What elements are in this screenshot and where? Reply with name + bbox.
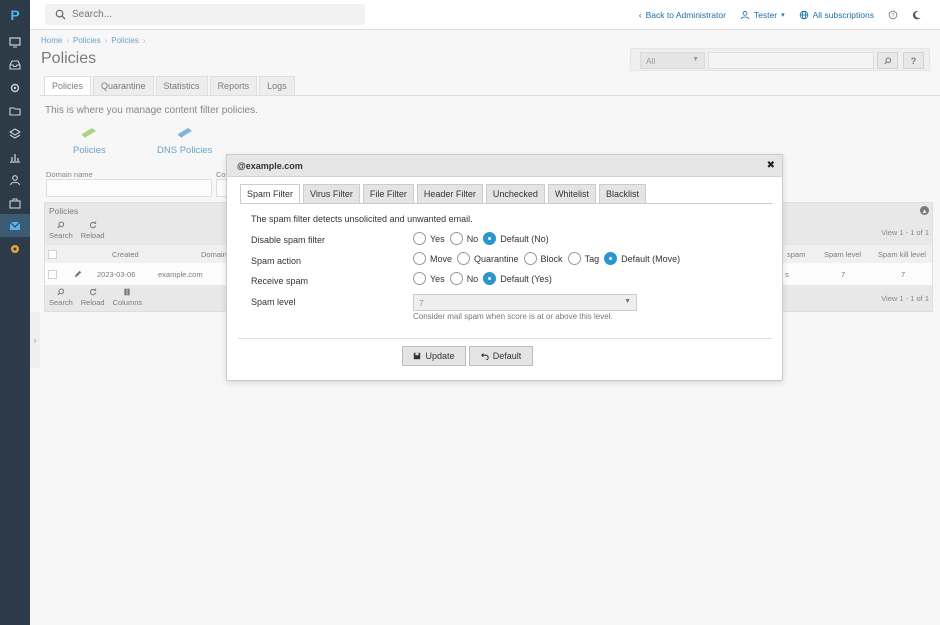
disable-default-radio[interactable]: Default (No) <box>483 232 549 245</box>
dialog-tabs: Spam Filter Virus Filter File Filter Hea… <box>240 184 646 204</box>
bar-chart-icon[interactable] <box>0 145 30 168</box>
radio-label: Default (No) <box>500 233 549 244</box>
radio-label: No <box>466 233 479 244</box>
disable-spam-filter-label: Disable spam filter <box>251 235 326 245</box>
default-button-label: Default <box>492 351 522 361</box>
search-icon <box>55 9 66 20</box>
dialog-footer-divider <box>238 338 772 339</box>
radio-label: Tag <box>584 253 600 264</box>
spam-settings-dialog: @example.com ✖ Spam Filter Virus Filter … <box>226 154 783 381</box>
spam-level-value: 7 <box>419 298 424 308</box>
top-bar: Search... ‹ Back to Administrator Tester ▾… <box>30 0 940 30</box>
briefcase-icon[interactable] <box>0 191 30 214</box>
help-icon[interactable]: ? <box>888 10 898 20</box>
global-search-input[interactable]: Search... <box>45 4 365 25</box>
disable-yes-radio[interactable]: Yes <box>413 232 445 245</box>
tab-unchecked[interactable]: Unchecked <box>485 184 545 204</box>
radio-label: Yes <box>430 273 445 284</box>
mail-filter-icon[interactable] <box>0 214 30 237</box>
inbox-icon[interactable] <box>0 53 30 76</box>
subscriptions-label: All subscriptions <box>812 10 874 20</box>
app-logo[interactable]: P <box>0 0 30 30</box>
receive-default-radio[interactable]: Default (Yes) <box>483 272 552 285</box>
globe-icon <box>799 10 808 20</box>
tab-file-filter[interactable]: File Filter <box>362 184 414 204</box>
action-quarantine-radio[interactable]: Quarantine <box>457 252 519 265</box>
monitor-icon[interactable] <box>0 30 30 53</box>
action-default-radio[interactable]: Default (Move) <box>604 252 680 265</box>
layers-icon[interactable] <box>0 122 30 145</box>
dialog-tabs-divider <box>240 203 772 204</box>
all-subscriptions-link[interactable]: All subscriptions <box>799 10 874 20</box>
close-icon[interactable]: ✖ <box>767 160 775 171</box>
receive-spam-label: Receive spam <box>251 276 309 286</box>
tab-header-filter[interactable]: Header Filter <box>416 184 483 204</box>
spam-filter-description: The spam filter detects unsolicited and … <box>251 214 473 224</box>
action-move-radio[interactable]: Move <box>413 252 452 265</box>
undo-icon <box>480 353 489 360</box>
spam-action-radios: Move Quarantine Block Tag Default (Move) <box>413 252 685 265</box>
back-link-label: Back to Administrator <box>645 10 726 20</box>
disable-no-radio[interactable]: No <box>449 232 479 245</box>
search-placeholder: Search... <box>72 9 113 20</box>
receive-spam-radios: Yes No Default (Yes) <box>413 272 557 285</box>
action-block-radio[interactable]: Block <box>523 252 563 265</box>
update-button[interactable]: Update <box>402 346 466 366</box>
tab-blacklist[interactable]: Blacklist <box>598 184 646 204</box>
tab-spam-filter[interactable]: Spam Filter <box>240 184 301 204</box>
dialog-title: @example.com <box>237 161 303 171</box>
tab-virus-filter[interactable]: Virus Filter <box>303 184 360 204</box>
user-name: Tester <box>753 10 778 20</box>
left-navigation-rail: P <box>0 0 30 625</box>
user-icon[interactable] <box>0 168 30 191</box>
radio-label: Yes <box>430 233 445 244</box>
user-menu[interactable]: Tester ▾ <box>740 10 785 20</box>
radio-label: Default (Yes) <box>500 273 552 284</box>
disable-spam-filter-radios: Yes No Default (No) <box>413 232 554 245</box>
receive-yes-radio[interactable]: Yes <box>413 272 445 285</box>
update-button-label: Update <box>425 351 455 361</box>
folder-icon[interactable] <box>0 99 30 122</box>
gear-icon[interactable] <box>0 76 30 99</box>
extension-icon[interactable] <box>0 237 30 260</box>
radio-label: Move <box>430 253 453 264</box>
save-icon <box>414 352 421 360</box>
chevron-down-icon: ▾ <box>781 12 785 19</box>
chevron-left-icon: ‹ <box>638 10 642 20</box>
spam-level-select[interactable]: 7 ▼ <box>413 294 637 311</box>
radio-label: Block <box>540 253 563 264</box>
tab-whitelist[interactable]: Whitelist <box>547 184 596 204</box>
chevron-down-icon: ▼ <box>624 298 631 305</box>
dark-mode-icon[interactable] <box>912 10 922 20</box>
action-tag-radio[interactable]: Tag <box>567 252 600 265</box>
spam-level-label: Spam level <box>251 297 296 307</box>
radio-label: Quarantine <box>474 253 519 264</box>
receive-no-radio[interactable]: No <box>449 272 479 285</box>
dialog-header: @example.com ✖ <box>227 155 782 177</box>
radio-label: Default (Move) <box>621 253 681 264</box>
default-button[interactable]: Default <box>469 346 533 366</box>
user-icon <box>740 11 750 20</box>
back-to-administrator-link[interactable]: ‹ Back to Administrator <box>639 10 726 20</box>
spam-level-hint: Consider mail spam when score is at or a… <box>413 312 613 321</box>
radio-label: No <box>466 273 479 284</box>
spam-action-label: Spam action <box>251 256 302 266</box>
